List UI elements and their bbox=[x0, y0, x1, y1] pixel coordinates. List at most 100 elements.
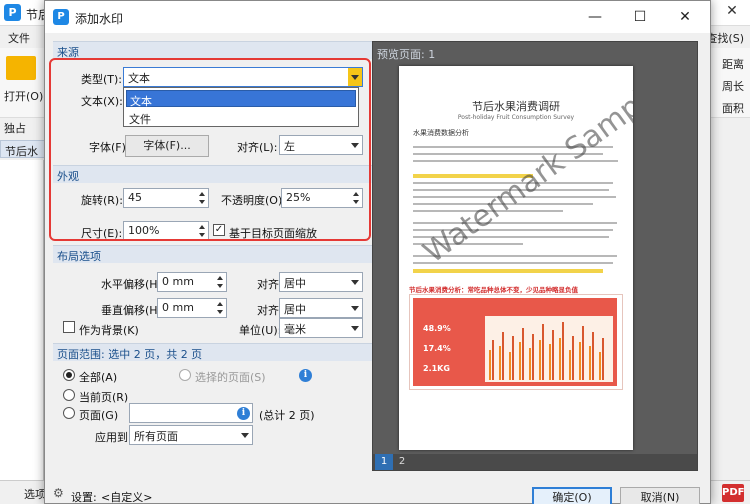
perimeter-item[interactable]: 周长 bbox=[722, 78, 744, 94]
size-spinner[interactable]: 100% bbox=[123, 221, 209, 241]
page-range-section-header: 页面范围: 选中 2 页，共 2 页 bbox=[53, 343, 375, 361]
preview-bar bbox=[599, 352, 601, 380]
preview-bar-chart bbox=[485, 316, 613, 382]
app-logo-icon: P bbox=[4, 4, 21, 21]
preview-chart-title: 节后水果消费分析：常吃品种总体不变，少见品种略显负值 bbox=[409, 286, 578, 294]
pages-input[interactable] bbox=[129, 403, 253, 423]
info-icon[interactable]: i bbox=[299, 369, 312, 382]
v-offset-spinner[interactable]: 0 mm bbox=[157, 298, 227, 318]
stamp-button[interactable]: 独占 bbox=[4, 120, 26, 136]
type-select-value: 文本 bbox=[128, 72, 150, 85]
ok-button[interactable]: 确定(O) bbox=[532, 487, 612, 504]
align-select-value: 左 bbox=[284, 140, 295, 153]
preview-stat-2: 17.4% bbox=[423, 344, 451, 353]
h-offset-value: 0 mm bbox=[162, 275, 194, 288]
preview-stat-3: 2.1KG bbox=[423, 364, 450, 373]
preview-bar bbox=[489, 350, 491, 380]
type-select[interactable]: 文本 bbox=[123, 67, 363, 87]
maximize-icon[interactable]: ☐ bbox=[625, 7, 655, 27]
cancel-button[interactable]: 取消(N) bbox=[620, 487, 700, 504]
layout-section-header: 布局选项 bbox=[53, 245, 375, 263]
source-section-header: 来源 bbox=[53, 41, 375, 59]
preview-bar bbox=[522, 328, 524, 380]
as-background-checkbox[interactable] bbox=[63, 321, 75, 333]
preview-page: 节后水果消费调研 Post-holiday Fruit Consumption … bbox=[399, 66, 633, 450]
apply-to-select[interactable]: 所有页面 bbox=[129, 425, 253, 445]
preview-bar bbox=[552, 330, 554, 380]
all-pages-label: 全部(A) bbox=[79, 371, 118, 384]
pages-total-label: (总计 2 页) bbox=[259, 409, 315, 422]
all-pages-radio[interactable] bbox=[63, 369, 75, 381]
document-tab[interactable]: 节后水果 bbox=[0, 140, 48, 174]
preview-bar bbox=[529, 348, 531, 380]
preview-bar bbox=[579, 342, 581, 380]
text-label: 文本(X): bbox=[81, 95, 123, 108]
font-button[interactable]: 字体(F)... bbox=[125, 135, 209, 157]
v-offset-label: 垂直偏移(H): bbox=[101, 304, 166, 317]
side-panel bbox=[0, 160, 44, 480]
current-page-label: 当前页(R) bbox=[79, 391, 129, 404]
h-offset-spinner[interactable]: 0 mm bbox=[157, 272, 227, 292]
close-icon[interactable]: ✕ bbox=[670, 7, 700, 27]
pages-info-icon[interactable]: i bbox=[237, 407, 250, 420]
align-select[interactable]: 左 bbox=[279, 135, 363, 155]
apply-to-label: 应用到: bbox=[95, 431, 132, 444]
preview-bar bbox=[589, 346, 591, 380]
highlight-line bbox=[413, 269, 603, 273]
find-item[interactable]: 查找(S) bbox=[706, 30, 744, 46]
opacity-label: 不透明度(O): bbox=[221, 194, 286, 207]
menu-file[interactable]: 文件 bbox=[8, 30, 30, 46]
area-item[interactable]: 面积 bbox=[722, 100, 744, 116]
unit-value: 毫米 bbox=[284, 323, 306, 336]
preview-bar bbox=[582, 326, 584, 380]
selected-pages-radio[interactable] bbox=[179, 369, 191, 381]
preview-bar bbox=[592, 332, 594, 380]
rotate-spinner[interactable]: 45 bbox=[123, 188, 209, 208]
preview-bar bbox=[509, 352, 511, 380]
unit-select[interactable]: 毫米 bbox=[279, 318, 363, 338]
gear-icon: ⚙ bbox=[53, 486, 64, 500]
distance-item[interactable]: 距离 bbox=[722, 56, 744, 72]
h-align-select[interactable]: 居中 bbox=[279, 272, 363, 292]
preview-bar bbox=[549, 344, 551, 380]
dialog-titlebar: P 添加水印 — ☐ ✕ bbox=[45, 1, 710, 33]
page-tab-2[interactable]: 2 bbox=[393, 454, 411, 470]
pages-radio[interactable] bbox=[63, 407, 75, 419]
rotate-value: 45 bbox=[128, 191, 142, 204]
preview-bar bbox=[539, 340, 541, 380]
minimize-icon[interactable]: — bbox=[580, 7, 610, 27]
preview-bar bbox=[572, 336, 574, 380]
settings-label: 设置: bbox=[71, 491, 97, 504]
current-page-radio[interactable] bbox=[63, 389, 75, 401]
preview-bar bbox=[512, 336, 514, 380]
h-align-value: 居中 bbox=[284, 277, 306, 290]
v-align-select[interactable]: 居中 bbox=[279, 298, 363, 318]
type-option-file[interactable]: 文件 bbox=[126, 109, 356, 126]
preview-bar bbox=[519, 342, 521, 380]
size-value: 100% bbox=[128, 224, 160, 237]
type-label: 类型(T): bbox=[81, 73, 123, 86]
v-align-value: 居中 bbox=[284, 303, 306, 316]
options-label[interactable]: 选项 bbox=[24, 486, 46, 502]
preview-stat-1: 48.9% bbox=[423, 324, 451, 333]
page-tab-1[interactable]: 1 bbox=[375, 454, 393, 470]
settings-value[interactable]: <自定义> bbox=[101, 489, 152, 504]
folder-icon[interactable] bbox=[6, 56, 36, 80]
scale-checkbox[interactable]: ✓ bbox=[213, 224, 225, 236]
pages-label: 页面(G) bbox=[79, 409, 119, 422]
appearance-section-header: 外观 bbox=[53, 165, 375, 183]
pdf-icon: PDF bbox=[722, 484, 744, 502]
app-close-icon[interactable]: ✕ bbox=[722, 3, 742, 21]
preview-doc-heading: 水果消费数据分析 bbox=[413, 129, 469, 137]
preview-panel: 预览页面: 1 节后水果消费调研 Post-holiday Fruit Cons… bbox=[372, 41, 698, 471]
preview-bar bbox=[499, 346, 501, 380]
preview-bar bbox=[532, 334, 534, 380]
dropdown-arrow-icon[interactable] bbox=[348, 68, 362, 86]
add-watermark-dialog: P 添加水印 — ☐ ✕ 来源 类型(T): 文本 文本(X): 字体(F): … bbox=[44, 0, 711, 504]
preview-bar bbox=[542, 324, 544, 380]
type-option-text[interactable]: 文本 bbox=[126, 90, 356, 108]
opacity-spinner[interactable]: 25% bbox=[281, 188, 363, 208]
dialog-logo-icon: P bbox=[53, 9, 69, 25]
type-dropdown-list: 文本 文件 bbox=[123, 87, 359, 127]
preview-label: 预览页面: 1 bbox=[377, 48, 436, 61]
